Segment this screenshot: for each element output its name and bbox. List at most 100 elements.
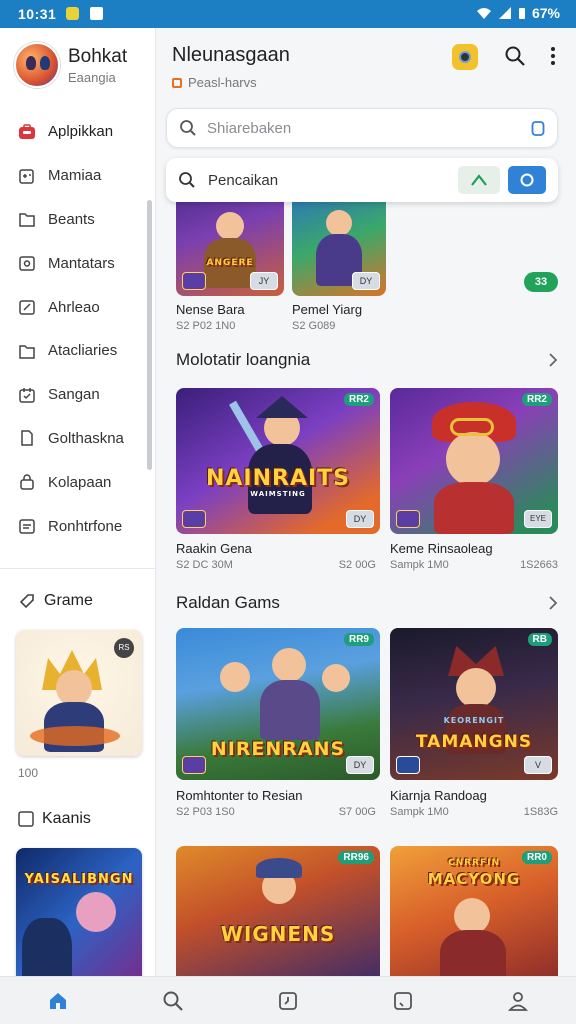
tag-badge: RR0 [521,851,552,864]
character-head [322,664,350,692]
status-time: 10:31 [18,6,57,22]
section-title[interactable]: Molotatir loangnia [176,350,310,370]
nav-search[interactable] [115,977,230,1024]
cape-shape [30,726,120,746]
search-input[interactable]: Shiarebaken [166,108,558,148]
game-thumb[interactable]: NAINRAITS WAIMSTING RR2 DY [176,388,380,534]
sidebar-item-label: Beants [48,210,95,228]
battery-percent: 67% [531,5,560,21]
status-bar: 10:31 67% [0,0,576,28]
game-thumb[interactable]: CNRRFIN MACYONG RR0 [390,846,558,976]
platform-badge [396,510,420,528]
edit-icon [18,298,36,316]
game-thumb[interactable]: ANGERE JY [176,186,284,296]
chevron-right-icon[interactable] [548,352,558,368]
voice-search-button[interactable] [508,166,546,194]
price-badge[interactable]: 33 [524,272,558,292]
character-body [22,918,72,976]
rating-badge: EYE [524,510,552,528]
helmet-shape [256,858,302,878]
game-thumb[interactable]: RR2 EYE [390,388,558,534]
arrow-up-icon [471,174,487,186]
store-icon [172,77,182,88]
game-thumb[interactable]: DY [292,186,386,296]
game-card-side-2[interactable]: YAISALIBNGN [16,848,142,976]
main-content: ANGERE JY DY Nense Bara S2 P02 1N0 Pemel… [156,156,576,976]
character-head [76,892,116,932]
game-title[interactable]: Pemel Yiarg [292,302,362,317]
card-badge: RS [114,638,134,658]
sidebar-item-ahrleao[interactable]: Ahrleao [0,285,155,329]
section-title[interactable]: Raldan Gams [176,593,280,613]
sidebar-item-label: Golthaskna [48,429,124,447]
section-recent[interactable]: Kaanis [18,810,91,828]
game-title[interactable]: Nense Bara [176,302,245,317]
game-thumb[interactable]: NIRENRANS RR9 DY [176,628,380,780]
chevron-right-icon[interactable] [548,595,558,611]
game-title[interactable]: Keme Rinsaoleag [390,541,493,556]
sidebar: Bohkat Eaangia Aplpikkan Mamiaa Beants M… [0,28,156,976]
nav-stats[interactable] [346,977,461,1024]
notification-icon [90,7,103,20]
game-thumb[interactable]: WIGNENS RR96 [176,846,380,976]
image-icon [18,254,36,272]
sidebar-item-label: Sangan [48,386,100,404]
sidebar-nav: Aplpikkan Mamiaa Beants Mantatars Ahrlea… [0,110,155,548]
upload-button[interactable] [458,166,500,194]
character-head [216,212,244,240]
sidebar-scrollbar[interactable] [147,200,152,470]
game-meta: S2 G089 [292,320,336,332]
clipboard-icon[interactable] [531,120,545,136]
more-icon[interactable] [548,45,558,67]
game-title[interactable]: Raakin Gena [176,541,252,556]
nav-profile[interactable] [461,977,576,1024]
sidebar-item-ronhtrfone[interactable]: Ronhtrfone [0,504,155,548]
search-icon [163,991,183,1011]
game-meta: S2 00G [338,559,376,571]
sidebar-item-label: Aplpikkan [48,123,114,141]
gamepad-icon [18,167,36,185]
game-title[interactable]: Kiarnja Randoag [390,788,487,803]
rating-badge: DY [346,756,374,774]
sidebar-item-golthaskna[interactable]: Golthaskna [0,417,155,461]
battery-icon [518,8,525,19]
card-art-title: YAISALIBNGN [24,872,134,887]
card-art-title: WIGNENS [220,922,336,946]
nav-home[interactable] [0,977,115,1024]
wifi-icon [476,8,491,19]
page-subtitle: Peasl-harvs [172,75,257,90]
section-recent-label: Kaanis [42,810,91,827]
sidebar-item-beants[interactable]: Beants [0,198,155,242]
search-suggestion[interactable]: Pencaikan [166,158,558,202]
character-body [260,680,320,740]
calendar-icon [18,386,36,404]
signal-icon [498,7,511,19]
side-card-caption: 100 [18,766,39,780]
nav-history[interactable] [230,977,345,1024]
page-title: Nleunasgaan [172,44,290,66]
sidebar-item-label: Ronhtrfone [48,517,123,535]
game-meta: S2 P03 1S0 [176,806,235,818]
sidebar-item-label: Atacliaries [48,342,118,360]
game-thumb[interactable]: KEORENGIT TAMANGNS RB V [390,628,558,780]
platform-badge [182,756,206,774]
sidebar-item-mantatars[interactable]: Mantatars [0,241,155,285]
sidebar-item-kolapaan[interactable]: Kolapaan [0,460,155,504]
avatar[interactable] [14,42,60,88]
card-art-title: MACYONG [427,870,521,888]
section-games-label: Grame [44,592,93,609]
card-art-subtitle: WAIMSTING [250,490,306,498]
camera-icon[interactable] [452,44,478,70]
game-title[interactable]: Romhtonter to Resian [176,788,302,803]
profile[interactable]: Bohkat Eaangia [14,42,154,92]
sidebar-item-games[interactable]: Mamiaa [0,154,155,198]
search-icon[interactable] [504,45,526,67]
folder-icon [18,210,36,228]
sidebar-item-apps[interactable]: Aplpikkan [0,110,155,154]
sidebar-item-sangan[interactable]: Sangan [0,373,155,417]
section-games[interactable]: Grame [18,592,93,610]
sidebar-item-label: Mantatars [48,254,115,272]
sidebar-item-atacliaries[interactable]: Atacliaries [0,329,155,373]
game-card-side[interactable]: RS [16,630,142,756]
sidebar-item-label: Mamiaa [48,167,102,185]
